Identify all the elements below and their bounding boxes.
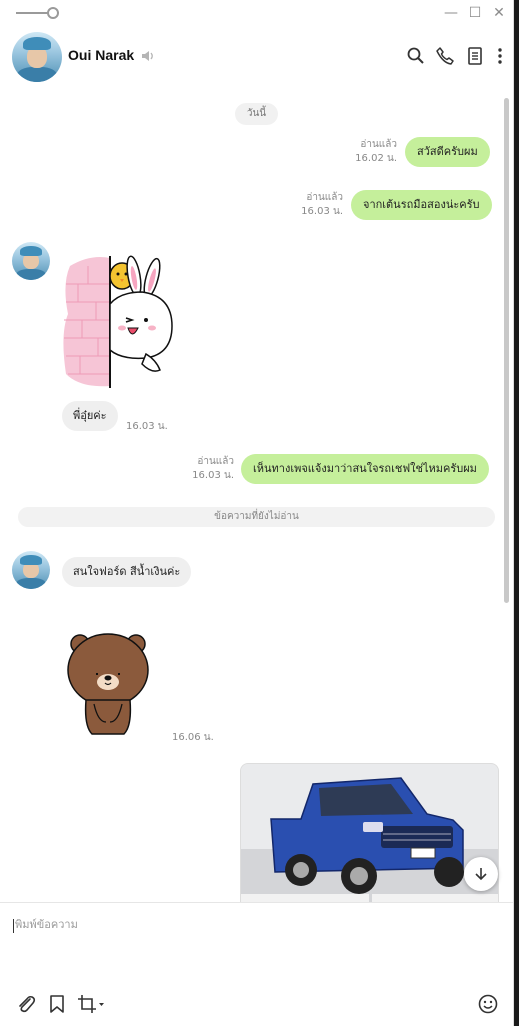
message-input[interactable] <box>15 918 415 931</box>
bookmark-icon[interactable] <box>46 993 68 1015</box>
opacity-slider[interactable] <box>16 7 59 19</box>
maximize-button[interactable]: ☐ <box>466 4 484 22</box>
outgoing-message[interactable]: เห็นทางเพจแจ้งมาว่าสนใจรถเชฟใช่ไหมครับผม <box>241 454 489 484</box>
message-time: 16.06 น. <box>172 732 214 743</box>
brown-sticker[interactable] <box>62 630 154 738</box>
slider-knob[interactable] <box>47 7 59 19</box>
contact-name[interactable]: Oui Narak <box>68 47 134 63</box>
chat-window: — ☐ ✕ Oui Narak วันนี้ อ่านแล้ว 16.02 น.… <box>0 0 514 1026</box>
speaker-icon[interactable] <box>141 50 155 62</box>
sender-avatar[interactable] <box>12 242 50 280</box>
scrollbar[interactable] <box>504 98 509 603</box>
close-button[interactable]: ✕ <box>490 4 508 22</box>
contact-avatar[interactable] <box>12 32 62 82</box>
message-time: 16.03 น. <box>301 206 343 217</box>
text-caret <box>13 919 14 933</box>
message-time: 16.02 น. <box>355 153 397 164</box>
message-composer <box>0 902 513 1026</box>
phone-icon[interactable] <box>435 46 455 66</box>
cony-sticker[interactable] <box>60 254 175 390</box>
message-meta: อ่านแล้ว 16.03 น. <box>192 455 234 483</box>
read-receipt: อ่านแล้ว <box>360 139 397 150</box>
notes-icon[interactable] <box>465 46 485 66</box>
truck-image[interactable] <box>240 763 499 902</box>
chat-header: Oui Narak <box>0 26 513 88</box>
incoming-message[interactable]: สนใจฟอร์ด สีน้ำเงินค่ะ <box>62 557 192 587</box>
outgoing-message[interactable]: สวัสดีครับผม <box>405 137 490 167</box>
arrow-down-icon <box>475 868 487 881</box>
unread-divider: ข้อความที่ยังไม่อ่าน <box>18 507 495 527</box>
message-list[interactable]: วันนี้ อ่านแล้ว 16.02 น. สวัสดีครับผม อ่… <box>0 88 513 902</box>
message-meta: อ่านแล้ว 16.03 น. <box>301 191 343 219</box>
minimize-button[interactable]: — <box>442 4 460 22</box>
read-receipt: อ่านแล้ว <box>306 192 343 203</box>
search-icon[interactable] <box>406 46 426 66</box>
read-receipt: อ่านแล้ว <box>197 456 234 467</box>
message-time: 16.03 น. <box>126 421 168 432</box>
date-divider: วันนี้ <box>235 103 278 125</box>
slider-track <box>16 12 48 14</box>
outgoing-message[interactable]: จากเต้นรถมือสองน่ะครับ <box>351 190 492 220</box>
attach-icon[interactable] <box>15 993 37 1015</box>
more-icon[interactable] <box>490 46 510 66</box>
emoji-icon[interactable] <box>477 993 499 1015</box>
crop-icon[interactable] <box>76 993 106 1015</box>
scroll-to-bottom-button[interactable] <box>464 857 498 891</box>
sender-avatar[interactable] <box>12 551 50 589</box>
title-bar: — ☐ ✕ <box>0 0 513 26</box>
message-meta: อ่านแล้ว 16.02 น. <box>355 138 397 166</box>
message-time: 16.03 น. <box>192 470 234 481</box>
incoming-message[interactable]: พี่อุ๋ยค่ะ <box>62 401 118 431</box>
